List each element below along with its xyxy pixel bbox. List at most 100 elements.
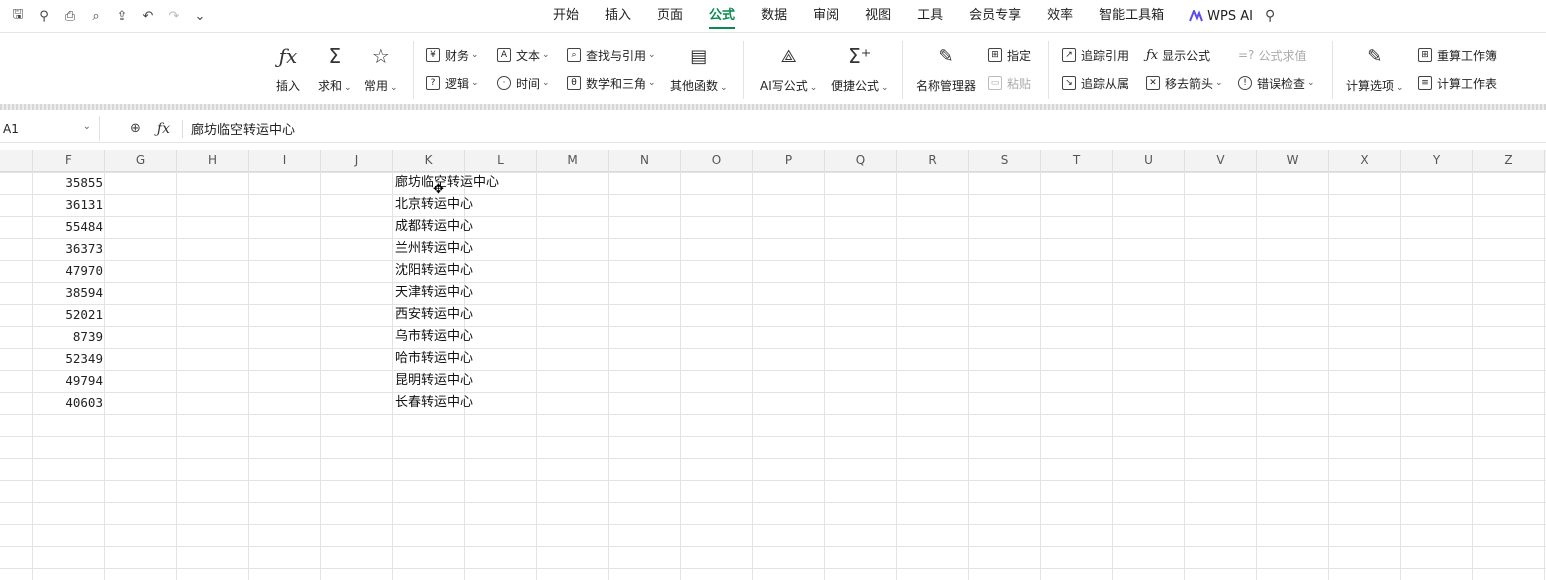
tab-member[interactable]: 会员专享 [956, 0, 1034, 32]
finance-button[interactable]: ¥ 财务 ⌄ [426, 45, 479, 65]
column-header-n[interactable]: N [609, 150, 681, 171]
column-header-partial[interactable] [0, 150, 33, 171]
cell-f-value[interactable]: 47970 [33, 260, 103, 282]
autosum-button[interactable]: Σ 求和 ⌄ [318, 43, 352, 94]
column-header-u[interactable]: U [1113, 150, 1185, 171]
trace-dependents-button[interactable]: ↘ 追踪从属 [1062, 73, 1129, 93]
error-check-button[interactable]: ! 错误检查 ⌄ [1238, 73, 1315, 93]
tab-insert[interactable]: 插入 [592, 0, 644, 32]
cell-f-value[interactable]: 8739 [33, 326, 103, 348]
cell-f-value[interactable]: 40603 [33, 392, 103, 414]
cell-k-value[interactable]: 乌市转运中心 [395, 326, 473, 348]
tab-review[interactable]: 审阅 [800, 0, 852, 32]
other-functions-button[interactable]: ▤ 其他函数 ⌄ [670, 43, 728, 94]
name-manager-button[interactable]: ✎ 名称管理器 [916, 43, 976, 94]
cell-f-value[interactable]: 49794 [33, 370, 103, 392]
column-header-q[interactable]: Q [825, 150, 897, 171]
tab-tools[interactable]: 工具 [904, 0, 956, 32]
column-header-t[interactable]: T [1041, 150, 1113, 171]
save-icon[interactable]: 🖫 [10, 7, 26, 24]
cell-f-value[interactable]: 36373 [33, 238, 103, 260]
ai-formula-icon: ⟁ [780, 45, 797, 67]
redo-icon[interactable]: ↷ [166, 8, 182, 24]
autosum-label: 求和 ⌄ [318, 79, 352, 93]
show-formula-button[interactable]: ƒx 显示公式 [1146, 45, 1210, 65]
cell-k-value[interactable]: 西安转运中心 [395, 304, 473, 326]
quick-access-toolbar: 🖫 ⚲ ⎙ ⌕ ⇪ ↶ ↷ ⌄ [10, 6, 218, 26]
recalc-workbook-label: 重算工作簿 [1437, 48, 1498, 63]
logic-button[interactable]: ? 逻辑 ⌄ [426, 73, 479, 93]
evaluate-formula-button[interactable]: =? 公式求值 [1238, 45, 1306, 65]
tab-data[interactable]: 数据 [748, 0, 800, 32]
column-header-p[interactable]: P [753, 150, 825, 171]
search-icon[interactable]: ⚲ [1265, 8, 1275, 24]
lookup-button[interactable]: ⌕ 查找与引用 ⌄ [567, 45, 656, 65]
specify-button[interactable]: ⊞ 指定 [988, 45, 1031, 65]
zoom-icon[interactable]: ⊕ [130, 121, 141, 136]
customize-chevron-icon[interactable]: ⌄ [192, 8, 208, 24]
column-header-h[interactable]: H [177, 150, 249, 171]
cell-k-value[interactable]: 成都转运中心 [395, 216, 473, 238]
tab-efficiency[interactable]: 效率 [1034, 0, 1086, 32]
column-header-y[interactable]: Y [1401, 150, 1473, 171]
column-header-l[interactable]: L [465, 150, 537, 171]
insert-function-button[interactable]: ƒx 插入 [276, 43, 300, 94]
column-header-o[interactable]: O [681, 150, 753, 171]
column-header-r[interactable]: R [897, 150, 969, 171]
cell-f-value[interactable]: 35855 [33, 172, 103, 194]
cell-f-value[interactable]: 52021 [33, 304, 103, 326]
tab-home[interactable]: 开始 [540, 0, 592, 32]
undo-icon[interactable]: ↶ [140, 8, 156, 24]
common-functions-button[interactable]: ☆ 常用 ⌄ [364, 43, 398, 94]
wps-ai-label: WPS AI [1207, 8, 1253, 24]
column-header-i[interactable]: I [249, 150, 321, 171]
chevron-down-icon[interactable]: ⌄ [83, 121, 91, 132]
text-button[interactable]: A 文本 ⌄ [497, 45, 550, 65]
cell-k-value[interactable]: 沈阳转运中心 [395, 260, 473, 282]
share-icon[interactable]: ⚲ [36, 8, 52, 24]
tab-formula[interactable]: 公式 [696, 0, 748, 32]
column-header-v[interactable]: V [1185, 150, 1257, 171]
name-box[interactable]: A1 ⌄ [0, 116, 100, 141]
calc-sheet-button[interactable]: ≡ 计算工作表 [1418, 73, 1497, 93]
column-header-s[interactable]: S [969, 150, 1041, 171]
print-preview-icon[interactable]: ⌕ [88, 8, 104, 24]
cell-k-value[interactable]: 北京转运中心 [395, 194, 473, 216]
formula-input[interactable]: 廊坊临空转运中心 [191, 119, 295, 138]
ai-formula-button[interactable]: ⟁ AI写公式 ⌄ [760, 43, 817, 94]
column-header-g[interactable]: G [105, 150, 177, 171]
recalc-workbook-button[interactable]: ⊞ 重算工作簿 [1418, 45, 1497, 65]
column-header-x[interactable]: X [1329, 150, 1401, 171]
tab-view[interactable]: 视图 [852, 0, 904, 32]
quick-formula-button[interactable]: Σ⁺ 便捷公式 ⌄ [831, 43, 889, 94]
cell-f-value[interactable]: 36131 [33, 194, 103, 216]
column-header-m[interactable]: M [537, 150, 609, 171]
trace-precedents-button[interactable]: ↗ 追踪引用 [1062, 45, 1129, 65]
paste-name-button[interactable]: ▭ 粘贴 [988, 73, 1031, 93]
cell-f-value[interactable]: 52349 [33, 348, 103, 370]
cell-grid[interactable]: 35855 廊坊临空转运中心 36131 北京转运中心 55484 成都转运中心 36373… [0, 172, 1546, 580]
calc-options-button[interactable]: ✎ 计算选项 ⌄ [1346, 43, 1404, 94]
column-header-f[interactable]: F [33, 150, 105, 171]
remove-arrows-button[interactable]: ✕ 移去箭头 ⌄ [1146, 73, 1223, 93]
cell-k-value[interactable]: 哈市转运中心 [395, 348, 473, 370]
column-header-w[interactable]: W [1257, 150, 1329, 171]
cell-f-value[interactable]: 55484 [33, 216, 103, 238]
wps-ai-button[interactable]: WPS AI [1189, 9, 1253, 24]
fx-icon[interactable]: ƒx [157, 121, 170, 137]
math-button[interactable]: θ 数学和三角 ⌄ [567, 73, 656, 93]
print-icon[interactable]: ⎙ [62, 8, 78, 24]
column-header-k[interactable]: K [393, 150, 465, 171]
cell-k-value[interactable]: 长春转运中心 [395, 392, 473, 414]
cell-k-value[interactable]: 天津转运中心 [395, 282, 473, 304]
export-icon[interactable]: ⇪ [114, 8, 130, 24]
cell-k-value[interactable]: 昆明转运中心 [395, 370, 473, 392]
tab-smart-toolbox[interactable]: 智能工具箱 [1086, 0, 1177, 32]
cell-k-value[interactable]: 兰州转运中心 [395, 238, 473, 260]
tab-page[interactable]: 页面 [644, 0, 696, 32]
column-header-j[interactable]: J [321, 150, 393, 171]
time-button[interactable]: · 时间 ⌄ [497, 73, 550, 93]
cell-f-value[interactable]: 38594 [33, 282, 103, 304]
cell-k-value[interactable]: 廊坊临空转运中心 [395, 172, 499, 194]
column-header-z[interactable]: Z [1473, 150, 1545, 171]
